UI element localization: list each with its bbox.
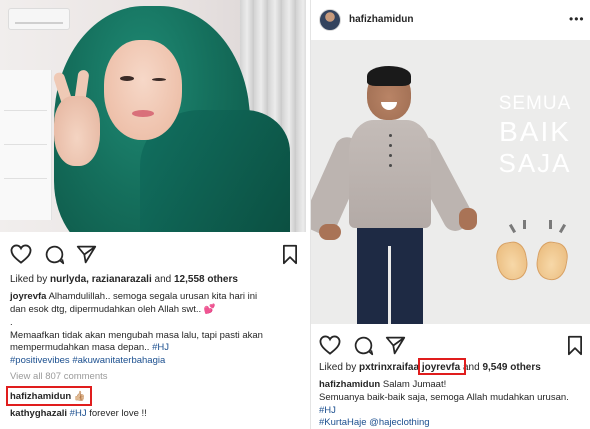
caption-text: Alhamdulillah.. semoga segala urusan kit… (48, 291, 258, 302)
shirt-button (389, 154, 392, 157)
left-action-bar (10, 244, 300, 266)
caption-line: joyrevfa Alhamdulillah.. semoga segala u… (10, 291, 257, 303)
bookmark-icon[interactable] (567, 335, 583, 356)
shirt-button (389, 144, 392, 147)
raised-hand-emoji (493, 239, 531, 283)
shirt-button (389, 164, 392, 167)
caption-line: . (10, 317, 13, 328)
caption-text: Salam Jumaat! (382, 379, 447, 390)
caption-line: Semuanya baik-baik saja, semoga Allah mu… (319, 392, 569, 403)
bookmark-icon[interactable] (282, 244, 298, 265)
slogan-line: SEMUA (498, 93, 572, 114)
mention-link[interactable]: @hajeclothing (369, 417, 429, 428)
ray (549, 220, 552, 229)
raised-hand-emoji (533, 239, 571, 283)
caption-line: dan esok dtg, dipermudahkan oleh Allah s… (10, 304, 216, 316)
likes-user[interactable]: pxtrinxraifaa (359, 362, 419, 373)
hashtag-link[interactable]: #HJ (152, 342, 169, 353)
more-icon[interactable]: ••• (569, 12, 585, 26)
image-slogan: SEMUA BAIK SAJA (487, 92, 583, 178)
view-all-comments-link[interactable]: View all 807 comments (10, 371, 108, 383)
likes-count[interactable]: 12,558 others (174, 274, 238, 285)
hashtag-link[interactable]: #positivevibes (10, 355, 70, 366)
caption-username[interactable]: hafizhamidun (319, 379, 380, 390)
avatar[interactable] (319, 9, 341, 31)
heart-icon[interactable] (10, 244, 32, 264)
likes-users[interactable]: nurlyda, razianarazali (50, 274, 152, 285)
comment-icon[interactable] (44, 244, 65, 265)
right-post: hafizhamidun ••• SEMUA BAIK SAJA Liked b… (310, 0, 590, 429)
ray (508, 223, 517, 234)
hashtag-link[interactable]: #KurtaHaje (319, 417, 367, 428)
share-icon[interactable] (385, 335, 406, 356)
left-eye (120, 76, 134, 81)
right-action-bar (319, 335, 585, 357)
left-likes-line: Liked by nurlyda, razianarazali and 12,5… (10, 274, 238, 285)
post-username[interactable]: hafizhamidun (349, 14, 413, 25)
lips (132, 110, 154, 117)
shelf (0, 70, 52, 220)
caption-text: dan esok dtg, dipermudahkan oleh Allah s… (10, 304, 202, 315)
ray (523, 220, 526, 229)
hand (319, 224, 341, 240)
peace-sign-hand (54, 96, 100, 166)
likes-count[interactable]: 9,549 others (482, 362, 540, 373)
caption-line: Memaafkan tidak akan mengubah masa lalu,… (10, 330, 263, 341)
likes-prefix: Liked by (319, 362, 357, 373)
left-post: Liked by nurlyda, razianarazali and 12,5… (0, 0, 306, 429)
heart-emoji-icon: 💕 (203, 304, 216, 315)
left-post-photo[interactable] (0, 0, 306, 232)
highlight-box (6, 386, 92, 406)
slogan-line: BAIK (499, 116, 571, 147)
likes-joiner: and (154, 274, 172, 285)
caption-text: mempermudahkan masa depan.. (10, 342, 150, 353)
slogan-line: SAJA (498, 148, 572, 178)
hand (459, 208, 477, 230)
hashtag-link[interactable]: #HJ (70, 408, 87, 419)
comment-row: kathyghazali #HJ forever love !! (10, 408, 147, 420)
hair (367, 66, 411, 86)
face (104, 40, 182, 140)
kurta-shirt (349, 120, 431, 228)
ray (558, 223, 567, 234)
comment-icon[interactable] (353, 335, 374, 356)
caption-username[interactable]: joyrevfa (10, 291, 46, 302)
hashtag-link[interactable]: #akuwanitaterbahagia (72, 355, 165, 366)
share-icon[interactable] (76, 244, 97, 265)
caption-line: #positivevibes #akuwanitaterbahagia (10, 355, 165, 367)
highlight-box (418, 358, 466, 375)
air-conditioner (8, 8, 70, 30)
caption-line: #HJ #KurtaHaje @hajeclothing (319, 405, 430, 429)
pants (357, 226, 423, 324)
right-post-photo[interactable]: SEMUA BAIK SAJA (311, 40, 590, 324)
shirt-button (389, 134, 392, 137)
caption-line: hafizhamidun Salam Jumaat! (319, 379, 446, 391)
comment-username[interactable]: kathyghazali (10, 408, 67, 419)
heart-icon[interactable] (319, 335, 341, 355)
comment-text: forever love !! (89, 408, 147, 419)
caption-line: mempermudahkan masa depan.. #HJ (10, 342, 169, 354)
post-header: hafizhamidun ••• (311, 0, 590, 40)
right-eye (152, 78, 166, 81)
likes-prefix: Liked by (10, 274, 48, 285)
hashtag-link[interactable]: #HJ (319, 405, 336, 416)
